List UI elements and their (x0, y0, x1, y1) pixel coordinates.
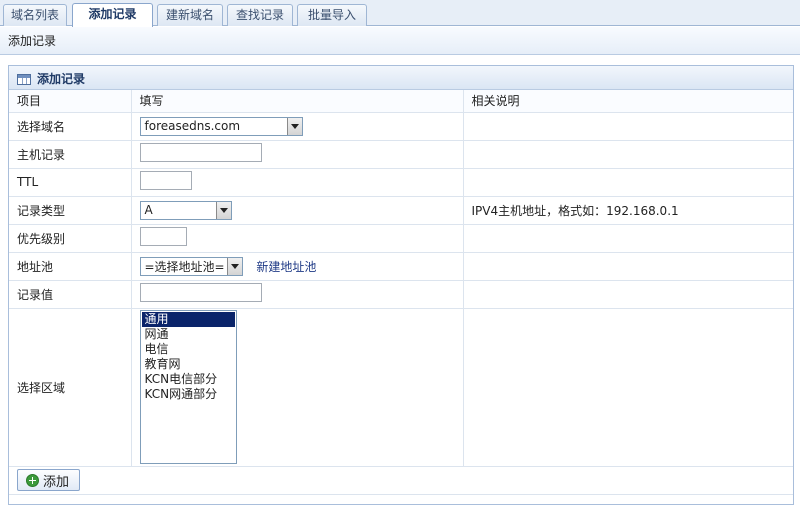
record-type-value: A (144, 203, 153, 217)
tab-new-domain[interactable]: 建新域名 (157, 4, 223, 26)
ttl-hint (463, 168, 793, 197)
add-button-label: 添加 (43, 474, 70, 490)
region-option[interactable]: 通用 (141, 311, 235, 327)
panel-title: 添加记录 (37, 72, 86, 86)
table-icon (17, 73, 31, 85)
tab-find-record[interactable]: 查找记录 (227, 4, 293, 26)
domain-cell: foreasedns.com (131, 112, 464, 141)
table-row: 选择域名 foreasedns.com (9, 112, 793, 141)
priority-input[interactable] (139, 227, 187, 246)
domain-select-value: foreasedns.com (144, 119, 241, 133)
region-listbox[interactable]: 通用 网通 电信 教育网 KCN电信部分 KCN网通部分 (139, 309, 237, 464)
panel-header: 添加记录 (9, 66, 793, 90)
tab-domain-list[interactable]: 域名列表 (3, 4, 67, 26)
record-value-input[interactable] (139, 283, 262, 302)
region-option[interactable]: 教育网 (142, 357, 235, 372)
tab-bar: 域名列表 添加记录 建新域名 查找记录 批量导入 (0, 0, 800, 27)
table-row: 记录值 (9, 280, 793, 309)
panel-title-box: 添加记录 (9, 69, 93, 89)
address-pool-select[interactable]: =选择地址池= (139, 256, 243, 276)
table-row: 地址池 =选择地址池= 新建地址池 (9, 252, 793, 281)
breadcrumb: 添加记录 (0, 27, 800, 55)
tab-add-record[interactable]: 添加记录 (72, 3, 153, 27)
chevron-down-icon[interactable] (286, 117, 302, 135)
record-value-hint (463, 280, 793, 309)
host-label: 主机记录 (9, 140, 132, 169)
column-header-description: 相关说明 (463, 90, 793, 113)
host-cell (131, 140, 464, 169)
type-label: 记录类型 (9, 196, 132, 225)
table-row: 主机记录 (9, 140, 793, 169)
submit-row: 添加 (9, 466, 793, 495)
region-option[interactable]: KCN电信部分 (142, 372, 235, 387)
ttl-input[interactable] (139, 171, 192, 190)
chevron-down-icon[interactable] (226, 257, 242, 275)
add-button[interactable]: 添加 (17, 469, 81, 491)
host-hint (463, 140, 793, 169)
table-row: 记录类型 A IPV4主机地址，格式如：192.168.0.1 (9, 196, 793, 225)
column-header-item: 项目 (9, 90, 132, 113)
priority-cell (131, 224, 464, 253)
record-value-label: 记录值 (9, 280, 132, 309)
priority-hint (463, 224, 793, 253)
region-label: 选择区域 (9, 308, 132, 467)
add-record-panel: 添加记录 项目 填写 相关说明 选择域名 foreasedns.com 主机记录 (8, 65, 794, 505)
table-row: TTL (9, 168, 793, 197)
submit-cell: 添加 (9, 466, 793, 495)
plus-circle-icon (26, 473, 39, 487)
region-cell: 通用 网通 电信 教育网 KCN电信部分 KCN网通部分 (131, 308, 464, 467)
type-cell: A (131, 196, 464, 225)
type-hint: IPV4主机地址，格式如：192.168.0.1 (463, 196, 793, 225)
domain-label: 选择域名 (9, 112, 132, 141)
pool-hint (463, 252, 793, 281)
table-row: 优先级别 (9, 224, 793, 253)
tab-batch-import[interactable]: 批量导入 (297, 4, 367, 26)
host-input[interactable] (139, 143, 262, 162)
region-option[interactable]: 网通 (142, 327, 235, 342)
region-hint (463, 308, 793, 467)
pool-label: 地址池 (9, 252, 132, 281)
record-value-cell (131, 280, 464, 309)
pool-cell: =选择地址池= 新建地址池 (131, 252, 464, 281)
table-row: 选择区域 通用 网通 电信 教育网 KCN电信部分 KCN网通部分 (9, 308, 793, 467)
record-type-select[interactable]: A (139, 200, 232, 220)
ttl-label: TTL (9, 168, 132, 197)
table-header-row: 项目 填写 相关说明 (9, 90, 793, 113)
priority-label: 优先级别 (9, 224, 132, 253)
address-pool-value: =选择地址池= (144, 259, 225, 274)
region-option[interactable]: 电信 (142, 342, 235, 357)
ttl-cell (131, 168, 464, 197)
new-address-pool-link[interactable]: 新建地址池 (256, 260, 316, 274)
region-option[interactable]: KCN网通部分 (142, 387, 235, 402)
domain-select[interactable]: foreasedns.com (139, 116, 303, 136)
chevron-down-icon[interactable] (215, 201, 231, 219)
record-form-table: 项目 填写 相关说明 选择域名 foreasedns.com 主机记录 TTL (9, 90, 793, 495)
domain-hint (463, 112, 793, 141)
column-header-fill: 填写 (131, 90, 464, 113)
